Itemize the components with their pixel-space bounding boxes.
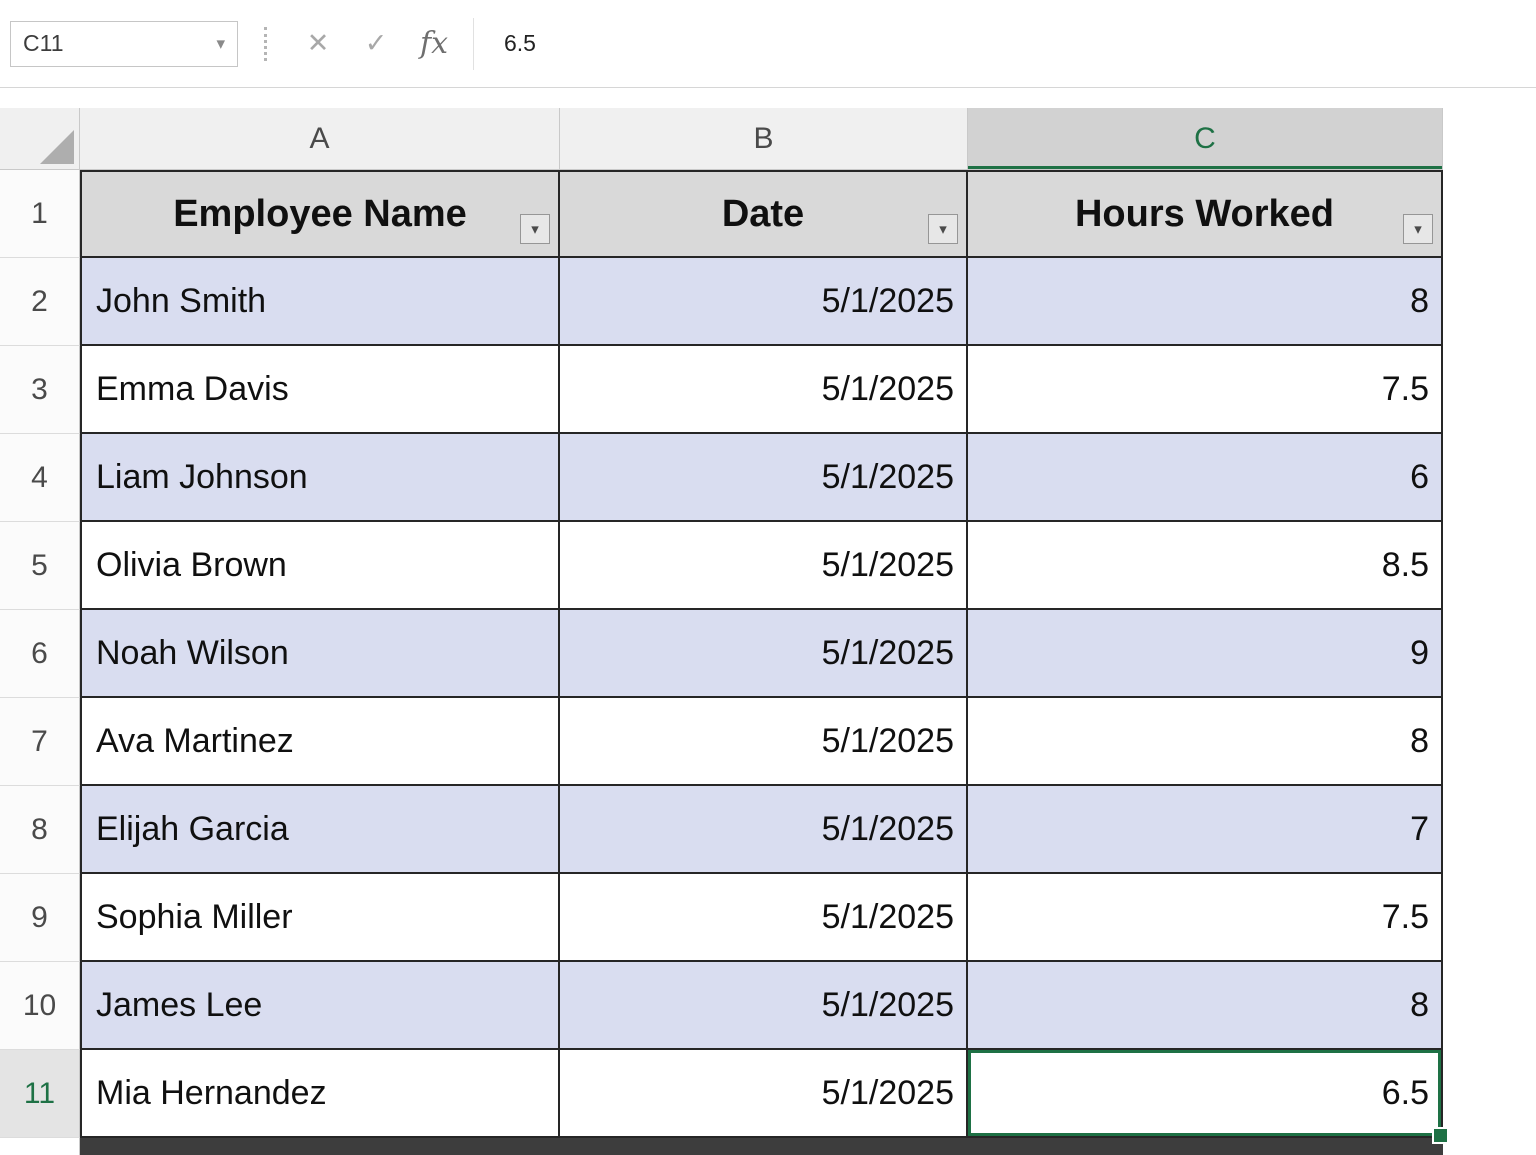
row-header[interactable]: 3 — [0, 346, 80, 434]
cell-employee-name[interactable]: Elijah Garcia — [80, 786, 560, 874]
row-header[interactable]: 4 — [0, 434, 80, 522]
cell-date[interactable]: 5/1/2025 — [560, 786, 968, 874]
filter-dropdown-button[interactable]: ▾ — [928, 214, 958, 244]
table-row: 9 Sophia Miller 5/1/2025 7.5 — [0, 874, 1536, 962]
column-header-c[interactable]: C — [968, 108, 1443, 170]
formula-input[interactable]: 6.5 — [484, 30, 1536, 57]
select-all-triangle-icon — [40, 130, 74, 164]
table-row: 4 Liam Johnson 5/1/2025 6 — [0, 434, 1536, 522]
cell-hours[interactable]: 8.5 — [968, 522, 1443, 610]
cell-employee-name[interactable]: John Smith — [80, 258, 560, 346]
cell-employee-name[interactable]: Ava Martinez — [80, 698, 560, 786]
cell-employee-name[interactable]: Sophia Miller — [80, 874, 560, 962]
cell-hours[interactable]: 7.5 — [968, 346, 1443, 434]
formula-bar-drag-handle[interactable] — [264, 27, 267, 61]
header-label: Employee Name — [173, 193, 467, 236]
cell-employee-name[interactable]: Olivia Brown — [80, 522, 560, 610]
table-row: 6 Noah Wilson 5/1/2025 9 — [0, 610, 1536, 698]
row-header[interactable]: 5 — [0, 522, 80, 610]
cell-hours[interactable]: 8 — [968, 962, 1443, 1050]
cell-date[interactable]: 5/1/2025 — [560, 1050, 968, 1138]
row-header[interactable]: 10 — [0, 962, 80, 1050]
partial-row-header — [0, 1138, 80, 1155]
header-label: Date — [722, 193, 804, 236]
cell-date[interactable]: 5/1/2025 — [560, 610, 968, 698]
table-body: 2 John Smith 5/1/2025 8 3 Emma Davis 5/1… — [0, 258, 1536, 1138]
cell-date[interactable]: 5/1/2025 — [560, 258, 968, 346]
filter-dropdown-button[interactable]: ▾ — [1403, 214, 1433, 244]
insert-function-button[interactable]: fx — [405, 16, 463, 72]
cell-hours-selected[interactable]: 6.5 — [968, 1050, 1443, 1138]
row-header[interactable]: 6 — [0, 610, 80, 698]
cell-employee-name[interactable]: Emma Davis — [80, 346, 560, 434]
partial-next-row — [0, 1138, 1536, 1155]
row-header[interactable]: 2 — [0, 258, 80, 346]
cell-employee-name[interactable]: Liam Johnson — [80, 434, 560, 522]
cell-employee-name[interactable]: Noah Wilson — [80, 610, 560, 698]
header-cell-employee-name[interactable]: Employee Name ▾ — [80, 170, 560, 258]
table-row: 2 John Smith 5/1/2025 8 — [0, 258, 1536, 346]
formula-bar-divider — [473, 18, 474, 70]
header-label: Hours Worked — [1075, 193, 1334, 236]
cell-hours[interactable]: 7 — [968, 786, 1443, 874]
column-header-strip: A B C — [0, 108, 1536, 170]
cell-date[interactable]: 5/1/2025 — [560, 874, 968, 962]
row-header[interactable]: 8 — [0, 786, 80, 874]
enter-button[interactable]: ✓ — [347, 16, 405, 72]
table-row: 5 Olivia Brown 5/1/2025 8.5 — [0, 522, 1536, 610]
table-row: 11 Mia Hernandez 5/1/2025 6.5 — [0, 1050, 1536, 1138]
table-row: 8 Elijah Garcia 5/1/2025 7 — [0, 786, 1536, 874]
table-row: 10 James Lee 5/1/2025 8 — [0, 962, 1536, 1050]
name-box-value: C11 — [23, 30, 64, 57]
cancel-button[interactable]: ✕ — [289, 16, 347, 72]
cell-hours[interactable]: 9 — [968, 610, 1443, 698]
cell-date[interactable]: 5/1/2025 — [560, 434, 968, 522]
cell-employee-name[interactable]: Mia Hernandez — [80, 1050, 560, 1138]
select-all-corner[interactable] — [0, 108, 80, 170]
cell-date[interactable]: 5/1/2025 — [560, 962, 968, 1050]
table-row: 3 Emma Davis 5/1/2025 7.5 — [0, 346, 1536, 434]
formula-bar: C11 ▾ ✕ ✓ fx 6.5 — [0, 0, 1536, 88]
row-header[interactable]: 7 — [0, 698, 80, 786]
cell-hours[interactable]: 8 — [968, 698, 1443, 786]
cell-hours[interactable]: 7.5 — [968, 874, 1443, 962]
cell-date[interactable]: 5/1/2025 — [560, 522, 968, 610]
table-header-row: 1 Employee Name ▾ Date ▾ Hours Worked ▾ — [0, 170, 1536, 258]
cell-hours[interactable]: 8 — [968, 258, 1443, 346]
header-cell-hours-worked[interactable]: Hours Worked ▾ — [968, 170, 1443, 258]
header-cell-date[interactable]: Date ▾ — [560, 170, 968, 258]
cell-employee-name[interactable]: James Lee — [80, 962, 560, 1050]
name-box-dropdown-icon[interactable]: ▾ — [216, 34, 225, 54]
partial-row-fill — [80, 1138, 1443, 1155]
column-header-b[interactable]: B — [560, 108, 968, 170]
row-header-active[interactable]: 11 — [0, 1050, 80, 1138]
row-header[interactable]: 9 — [0, 874, 80, 962]
row-header-1[interactable]: 1 — [0, 170, 80, 258]
filter-dropdown-button[interactable]: ▾ — [520, 214, 550, 244]
cell-date[interactable]: 5/1/2025 — [560, 346, 968, 434]
cell-hours[interactable]: 6 — [968, 434, 1443, 522]
name-box[interactable]: C11 ▾ — [10, 21, 238, 67]
cell-date[interactable]: 5/1/2025 — [560, 698, 968, 786]
table-row: 7 Ava Martinez 5/1/2025 8 — [0, 698, 1536, 786]
column-header-a[interactable]: A — [80, 108, 560, 170]
